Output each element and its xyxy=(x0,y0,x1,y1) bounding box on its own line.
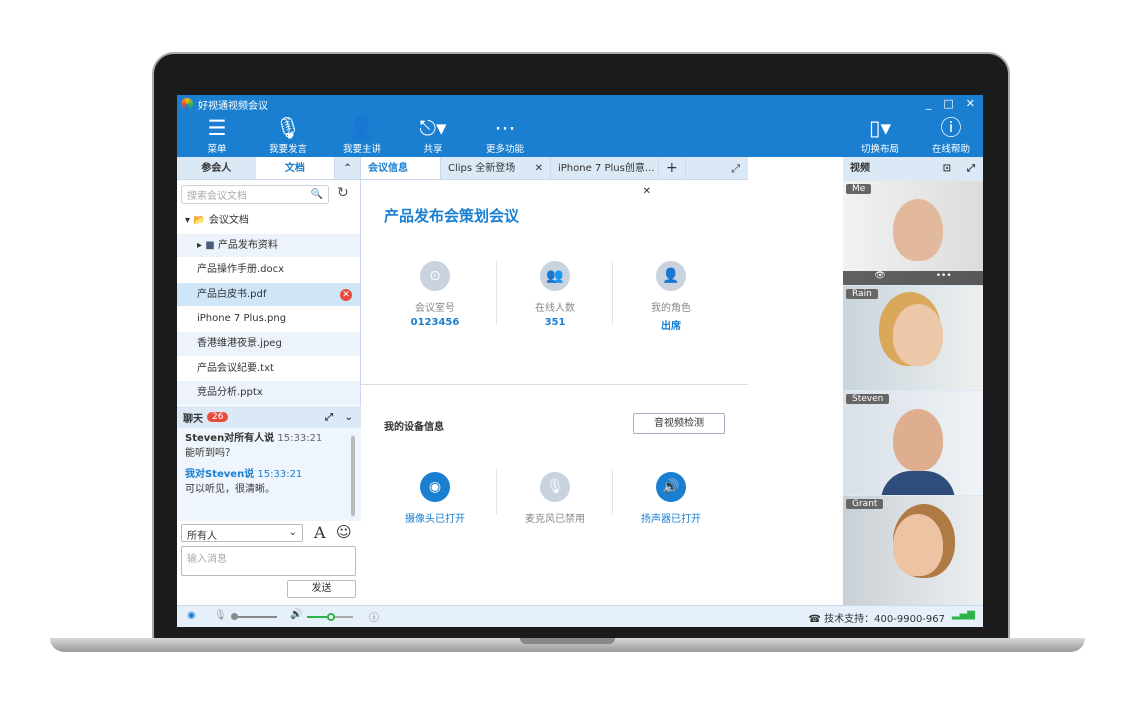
tab-documents[interactable]: 文档 xyxy=(255,157,335,179)
device-speaker[interactable]: 🔊 扬声器已打开 xyxy=(613,472,729,525)
mic-volume-slider[interactable] xyxy=(231,613,277,620)
close-button[interactable]: ✕ xyxy=(966,97,975,110)
screenshot-icon[interactable]: ⊡ xyxy=(943,157,951,180)
chat-panel: 聊天 26 ⤢ ⌄ Steven对所有人说 15:33:21 能听到吗？ 我对Ste… xyxy=(177,406,361,605)
video-tile-steven[interactable]: Steven xyxy=(843,391,983,495)
stat-online-count: 👥 在线人数 351 xyxy=(497,261,613,328)
emoji-icon[interactable]: ☺ xyxy=(336,523,352,541)
send-button[interactable]: 发送 xyxy=(287,580,356,598)
info-icon[interactable]: ⓘ xyxy=(369,609,379,624)
recipient-select[interactable]: 所有人 ⌄ xyxy=(181,524,303,542)
left-panel: 参会人 文档 ⌃ 搜索会议文档 🔍 ↻ ▾ 📂 会议文档 ▸ ■ 产品发布资料 产… xyxy=(177,157,361,605)
expand-icon[interactable]: ⤢ xyxy=(967,157,975,180)
search-icon: 🔍 xyxy=(310,189,323,200)
tab-doc[interactable]: iPhone 7 Plus创意... ✕ xyxy=(551,157,659,197)
doc-search-input[interactable]: 搜索会议文档 🔍 xyxy=(181,185,329,204)
close-tab-icon[interactable]: ✕ xyxy=(535,157,543,180)
message-input[interactable]: 输入消息 xyxy=(181,546,356,576)
mic-muted-icon: 🎙 xyxy=(540,472,570,502)
file-item[interactable]: 产品会议纪要.txt xyxy=(177,357,360,382)
chat-title: 聊天 xyxy=(183,413,203,425)
device-camera[interactable]: ◉ 摄像头已打开 xyxy=(377,472,493,525)
microphone-icon: 🎙 xyxy=(274,116,302,140)
menu-icon: ☰ xyxy=(207,116,227,140)
camera-icon[interactable]: ◉ xyxy=(187,610,196,621)
expand-icon[interactable]: ⤢ xyxy=(731,157,748,179)
support-text: ☎ 技术支持：400-9900-967 xyxy=(808,614,945,625)
app-logo xyxy=(181,98,193,110)
folder-icon: ■ xyxy=(205,239,215,251)
share-button[interactable]: ⎋▾ 共享 xyxy=(403,115,463,155)
main-area: 会议信息 Clips 全新登场 ✕ iPhone 7 Plus创意... ✕ + ⤢… xyxy=(361,157,843,605)
unread-badge: 26 xyxy=(207,412,229,422)
tab-doc[interactable]: Clips 全新登场 ✕ xyxy=(441,157,551,179)
more-icon: ••• xyxy=(935,271,952,281)
user-icon: 👤 xyxy=(656,261,686,291)
video-tile-me[interactable]: 👁 ••• Me xyxy=(843,181,983,285)
mic-muted-icon[interactable]: 🎙 xyxy=(214,610,227,621)
layout-icon: ▯▾ xyxy=(868,116,892,140)
minimize-button[interactable]: _ xyxy=(926,97,932,110)
folder-item[interactable]: ▸ ■ 产品发布资料 xyxy=(177,233,360,259)
eye-icon: 👁 xyxy=(874,271,886,281)
chat-scrollbar[interactable] xyxy=(351,436,355,516)
present-button[interactable]: 👤 我要主讲 xyxy=(332,115,392,155)
signal-icon: ▂▄▆ xyxy=(951,609,975,620)
tab-participants[interactable]: 参会人 xyxy=(177,157,256,179)
chat-message: Steven对所有人说 15:33:21 能听到吗？ xyxy=(185,433,323,459)
laptop-base xyxy=(50,638,1085,652)
maximize-button[interactable]: □ xyxy=(943,97,953,110)
font-icon[interactable]: A xyxy=(314,523,326,542)
file-item[interactable]: 产品操作手册.docx xyxy=(177,258,360,283)
help-icon: ⓘ xyxy=(940,116,962,140)
speak-button[interactable]: 🎙 我要发言 xyxy=(258,115,318,155)
file-item[interactable]: 竞品分析.pptx xyxy=(177,381,360,406)
tab-meeting-info[interactable]: 会议信息 xyxy=(361,157,441,179)
av-check-button[interactable]: 音视频检测 xyxy=(633,413,725,434)
location-icon: ⊙ xyxy=(420,261,450,291)
video-tile-rain[interactable]: Rain xyxy=(843,286,983,390)
group-icon: 👥 xyxy=(540,261,570,291)
popout-icon[interactable]: ⤢ xyxy=(325,412,333,423)
app-title: 好视通视频会议 xyxy=(198,100,268,112)
file-item[interactable]: iPhone 7 Plus.png xyxy=(177,307,360,332)
folder-icon: 📂 xyxy=(193,215,206,226)
camera-icon: ◉ xyxy=(420,472,450,502)
add-tab-icon[interactable]: + xyxy=(659,157,686,179)
file-item-selected[interactable]: 产品白皮书.pdf ✕ xyxy=(177,282,360,308)
video-title: 视频 xyxy=(850,163,870,174)
more-icon: ⋯ xyxy=(494,116,516,140)
more-button[interactable]: ⋯ 更多功能 xyxy=(475,115,535,155)
delete-icon[interactable]: ✕ xyxy=(340,288,352,301)
speaker-icon[interactable]: 🔊 xyxy=(290,609,302,620)
video-panel: 视频 ⊡ ⤢ 👁 ••• Me Rain Steven Grant xyxy=(843,157,983,605)
title-bar: 好视通视频会议 _ □ ✕ xyxy=(177,95,983,113)
toolbar: ☰ 菜单 🎙 我要发言 👤 我要主讲 ⎋▾ 共享 ⋯ 更多功能 ▯▾ 切换布局 ⓘ 在线帮助 xyxy=(177,113,983,157)
file-item[interactable]: 香港维港夜景.jpeg xyxy=(177,331,360,357)
presenter-icon: 👤 xyxy=(348,116,376,140)
close-tab-icon[interactable]: ✕ xyxy=(643,180,651,203)
device-info-title: 我的设备信息 xyxy=(384,422,444,433)
divider xyxy=(361,384,748,385)
stat-my-role: 👤 我的角色 出席 xyxy=(613,261,729,332)
meeting-title: 产品发布会策划会议 xyxy=(384,207,520,225)
folder-root[interactable]: ▾ 📂 会议文档 xyxy=(177,209,360,234)
collapse-icon[interactable]: ⌃ xyxy=(334,157,360,179)
share-icon: ⎋▾ xyxy=(419,116,447,140)
device-microphone[interactable]: 🎙 麦克风已禁用 xyxy=(497,472,613,525)
chat-message: 我对Steven说 15:33:21 可以听见，很清晰。 xyxy=(185,469,303,495)
layout-button[interactable]: ▯▾ 切换布局 xyxy=(850,115,910,155)
speaker-icon: 🔊 xyxy=(656,472,686,502)
refresh-icon[interactable]: ↻ xyxy=(337,185,349,201)
stat-room-number: ⊙ 会议室号 0123456 xyxy=(377,261,493,328)
help-button[interactable]: ⓘ 在线帮助 xyxy=(921,115,981,155)
status-bar: ◉ 🎙 🔊 ⓘ ☎ 技术支持：400-9900-967 ▂▄▆ xyxy=(177,605,983,627)
menu-button[interactable]: ☰ 菜单 xyxy=(187,115,247,155)
speaker-volume-slider[interactable] xyxy=(307,613,353,621)
chevron-down-icon[interactable]: ⌄ xyxy=(345,412,353,423)
app-window: 好视通视频会议 _ □ ✕ ☰ 菜单 🎙 我要发言 👤 我要主讲 ⎋▾ 共享 ⋯ 更多功能… xyxy=(177,95,983,627)
video-tile-grant[interactable]: Grant xyxy=(843,496,983,605)
